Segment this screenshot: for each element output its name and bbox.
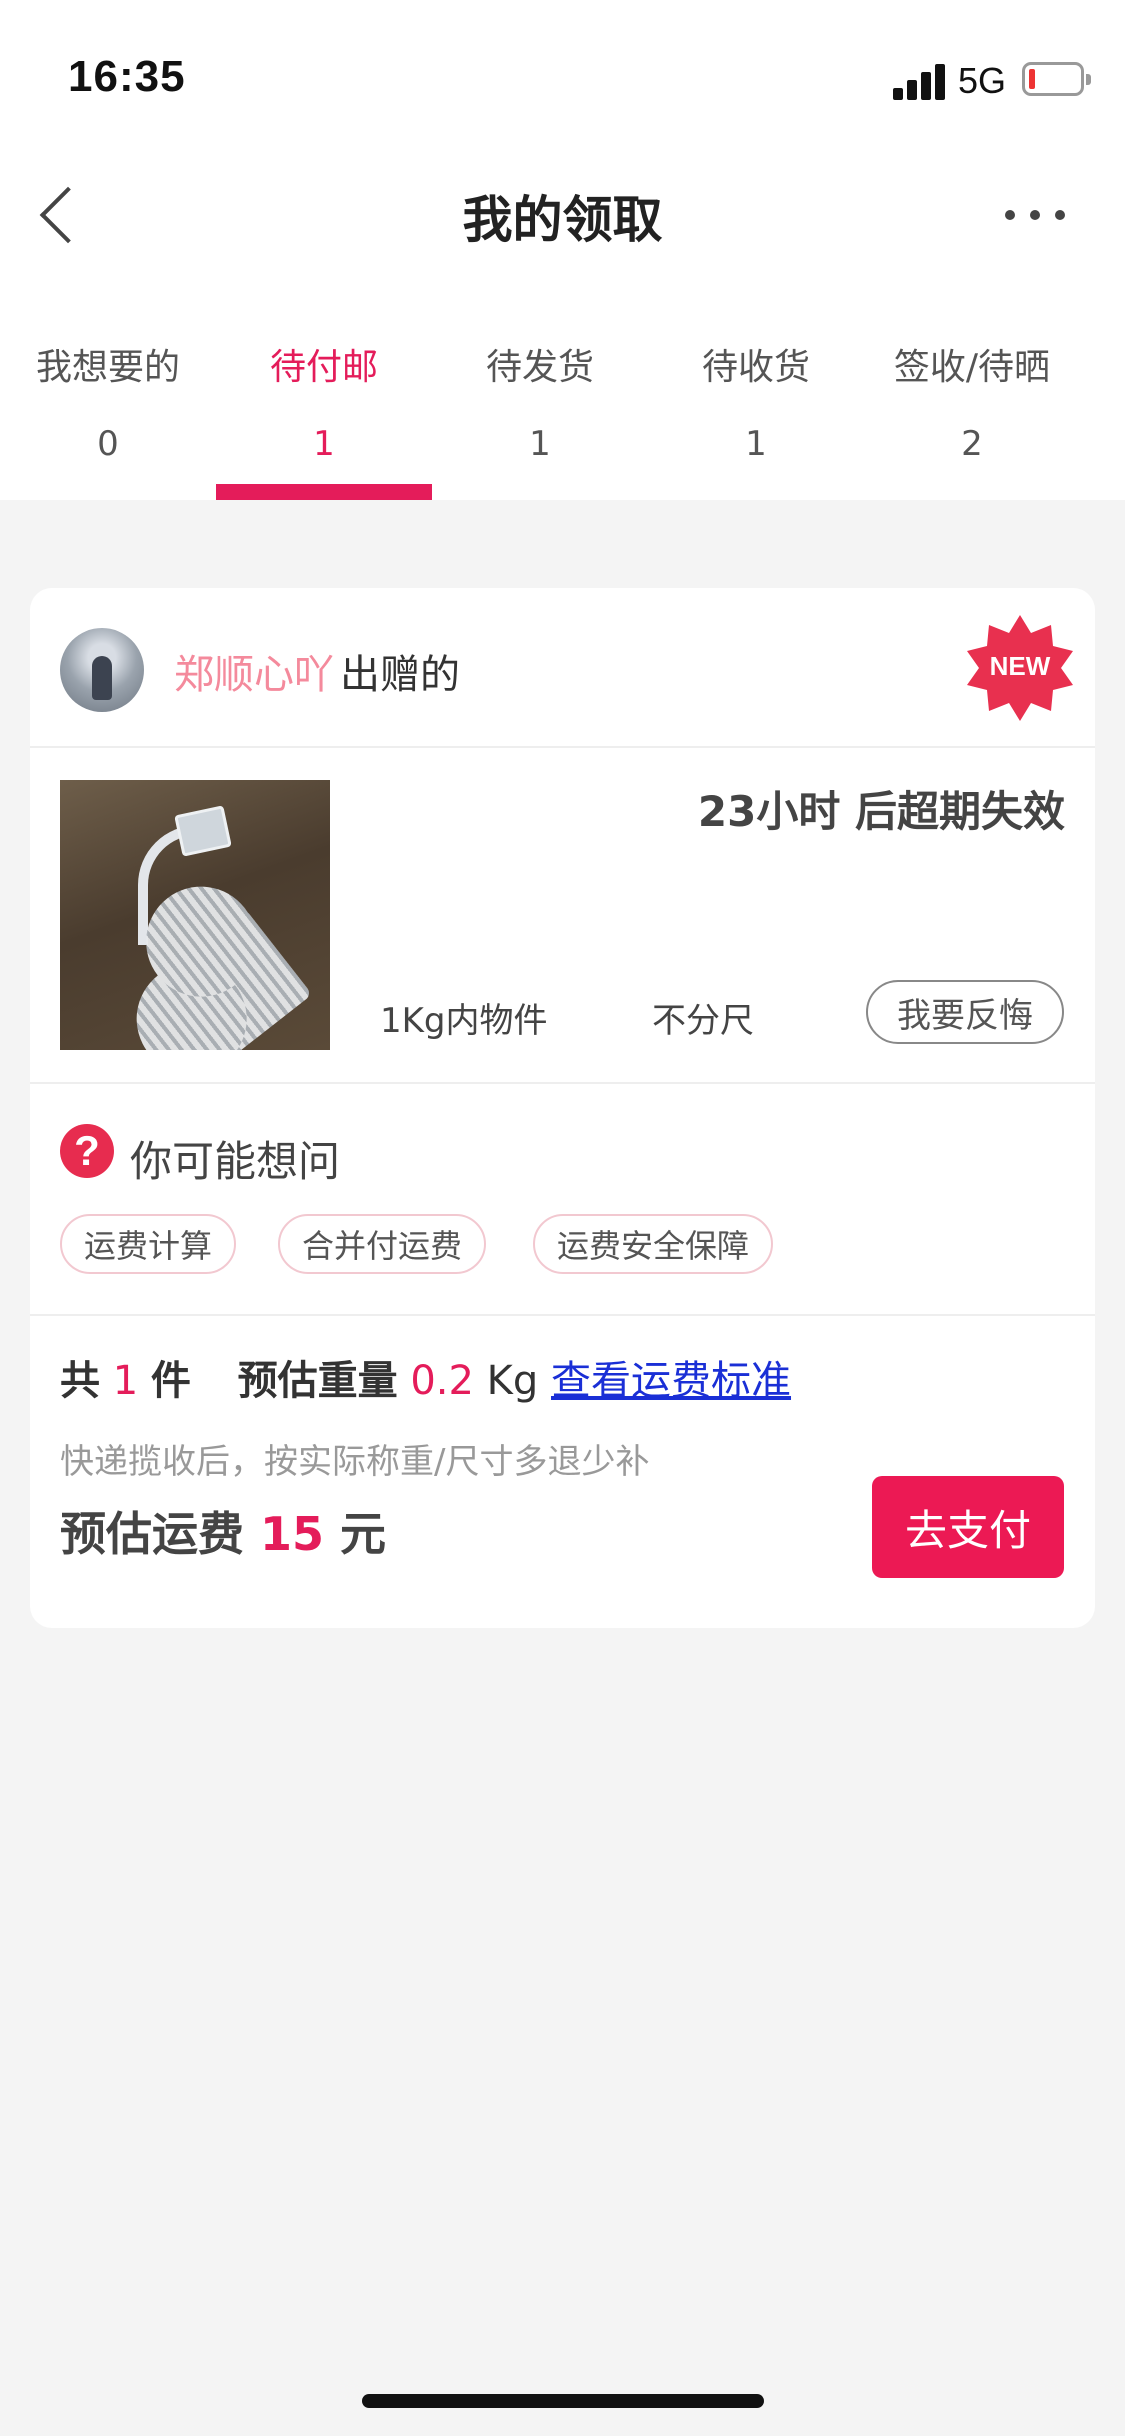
faq-chip-shipping-calc[interactable]: 运费计算 xyxy=(60,1214,237,1274)
pay-button[interactable]: 去支付 xyxy=(872,1476,1064,1578)
weight-spec: 1Kg内物件 xyxy=(380,1001,548,1041)
tab-count: 1 xyxy=(313,424,335,464)
summary-section: 共 1 件 预估重量 0.2 Kg 查看运费标准 快递揽收后，按实际称重/尺寸多… xyxy=(30,1316,1095,1628)
page-title: 我的领取 xyxy=(462,191,663,249)
giver-name[interactable]: 郑顺心吖 xyxy=(174,642,334,700)
new-badge: NEW xyxy=(965,613,1075,723)
tab-pending-shipment[interactable]: 待发货 1 xyxy=(432,280,648,500)
status-bar: 16:35 5G xyxy=(0,0,1125,150)
weight-label: 预估重量 xyxy=(237,1358,398,1404)
status-tabs: 我想要的 0 待付邮 1 待发货 1 待收货 1 签收/待晒 2 xyxy=(0,280,1125,500)
faq-chip-postage-safety[interactable]: 运费安全保障 xyxy=(533,1214,774,1274)
home-indicator[interactable] xyxy=(362,2394,764,2408)
total-prefix: 共 xyxy=(60,1358,100,1404)
tab-label: 待发货 xyxy=(485,347,594,388)
nav-bar: 我的领取 xyxy=(0,150,1125,280)
item-row: 23小时 后超期失效 1Kg内物件 不分尺 我要反悔 xyxy=(30,748,1095,1084)
tab-label: 待付邮 xyxy=(269,347,378,388)
battery-icon xyxy=(1022,62,1091,96)
tab-count: 2 xyxy=(961,424,983,464)
weight-unit: Kg xyxy=(486,1358,539,1404)
weight-note: 快递揽收后，按实际称重/尺寸多退少补 xyxy=(60,1442,650,1482)
faq-title: 你可能想问 xyxy=(130,1137,341,1186)
tab-count: 1 xyxy=(529,424,551,464)
item-thumbnail[interactable] xyxy=(60,780,330,1050)
tab-count: 1 xyxy=(745,424,767,464)
tab-count: 0 xyxy=(97,424,119,464)
shipping-standard-link[interactable]: 查看运费标准 xyxy=(551,1358,791,1404)
item-count: 1 xyxy=(112,1358,139,1404)
giver-suffix: 出赠的 xyxy=(340,652,460,698)
more-icon[interactable] xyxy=(1005,205,1065,225)
fee-summary: 预估运费 15 元 xyxy=(60,1498,386,1564)
tab-pending-postage[interactable]: 待付邮 1 xyxy=(216,280,432,500)
question-icon: ? xyxy=(60,1124,114,1178)
fee-label: 预估运费 xyxy=(60,1507,244,1561)
signal-icon xyxy=(893,64,947,100)
network-label: 5G xyxy=(958,60,1007,101)
faq-chip-merge-postage[interactable]: 合并付运费 xyxy=(278,1214,487,1274)
tab-signed[interactable]: 签收/待晒 2 xyxy=(864,280,1080,500)
tab-label: 待收货 xyxy=(701,347,810,388)
status-time: 16:35 xyxy=(68,52,186,101)
order-card: 郑顺心吖 出赠的 NEW 23小时 后超期失效 1Kg内物件 不分尺 我要反悔 … xyxy=(30,588,1095,1628)
fee-value: 15 xyxy=(260,1507,325,1561)
giver-row: 郑顺心吖 出赠的 NEW xyxy=(30,588,1095,748)
regret-button[interactable]: 我要反悔 xyxy=(866,980,1064,1044)
tab-pending-receipt[interactable]: 待收货 1 xyxy=(648,280,864,500)
avatar[interactable] xyxy=(60,628,144,712)
tab-label: 我想要的 xyxy=(35,347,180,388)
new-badge-text: NEW xyxy=(989,651,1051,681)
fee-unit: 元 xyxy=(340,1507,387,1561)
weight-summary: 共 1 件 预估重量 0.2 Kg 查看运费标准 xyxy=(60,1348,791,1406)
tab-label: 签收/待晒 xyxy=(893,347,1051,388)
count-unit: 件 xyxy=(150,1358,191,1404)
expire-text: 23小时 后超期失效 xyxy=(697,787,1065,836)
size-spec: 不分尺 xyxy=(652,1001,754,1041)
weight-value: 0.2 xyxy=(410,1358,474,1404)
active-tab-indicator xyxy=(216,484,432,500)
faq-section: ? 你可能想问 运费计算 合并付运费 运费安全保障 xyxy=(30,1084,1095,1316)
tab-wanted[interactable]: 我想要的 0 xyxy=(0,280,216,500)
